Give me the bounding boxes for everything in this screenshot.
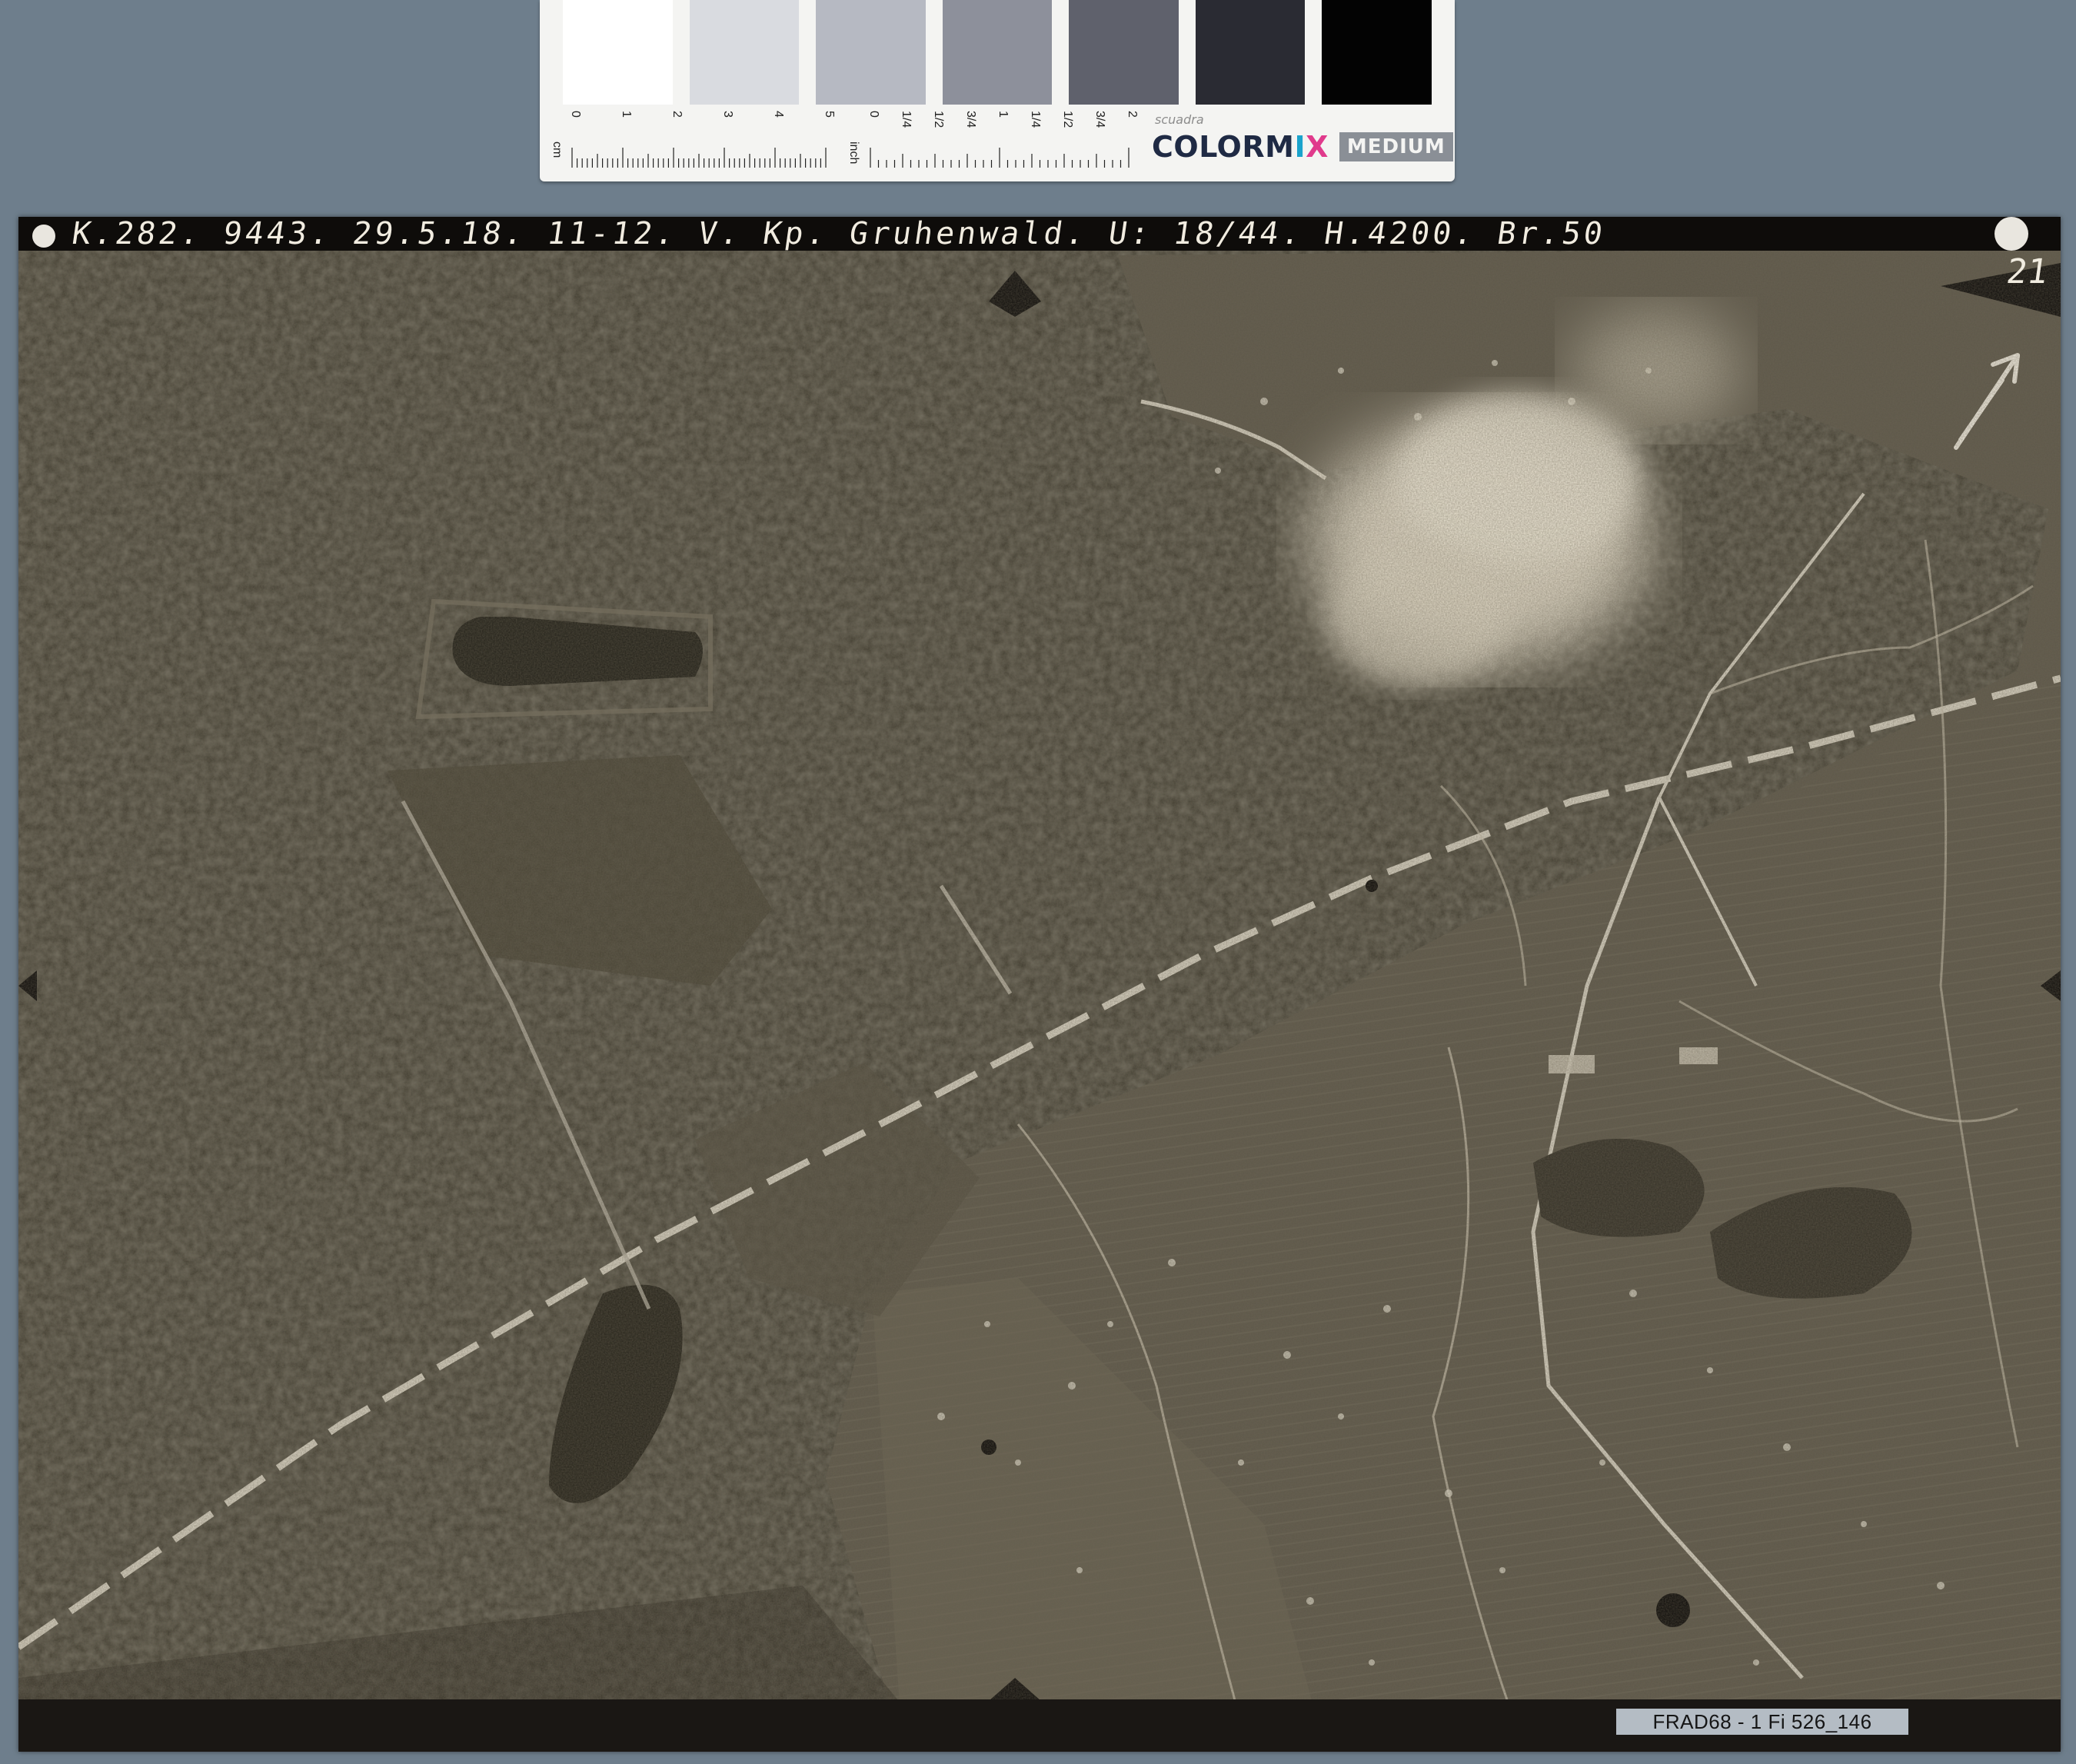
color-swatch-6 bbox=[1195, 0, 1306, 105]
inch-tick-label: 1/2 bbox=[932, 111, 945, 128]
punch-hole-right bbox=[1994, 217, 2028, 251]
brand-color-word: COLOR bbox=[1152, 130, 1266, 164]
brand-maker-label: scuadra bbox=[1155, 112, 1204, 127]
cm-tick-label: 0 bbox=[569, 111, 582, 118]
inch-tick-label: 1/2 bbox=[1061, 111, 1074, 128]
inch-tick-label: 0 bbox=[867, 111, 880, 118]
inch-tick-label: 1/4 bbox=[1029, 111, 1042, 128]
caption-band: K.282. 9443. 29.5.18. 11-12. V. Kp. Gruh… bbox=[18, 217, 2061, 251]
color-swatch-3 bbox=[816, 0, 926, 105]
inch-tick-label: 1 bbox=[996, 111, 1010, 118]
measuring-ruler: cm inch 0 1 2 3 4 5 0 1/4 1/2 3/4 1 1/4 1/2 3/4 2 bbox=[551, 111, 1139, 168]
inch-tick-label: 3/4 bbox=[1093, 111, 1106, 128]
cm-tick-label: 5 bbox=[823, 111, 836, 118]
colormix-logo: COLOR M I X MEDIUM bbox=[1152, 128, 1453, 166]
archive-reference-label: FRAD68 - 1 Fi 526_146 bbox=[1616, 1709, 1908, 1735]
cm-unit-label: cm bbox=[551, 141, 564, 158]
color-swatch-strip bbox=[563, 0, 1432, 105]
aerial-photograph: K.282. 9443. 29.5.18. 11-12. V. Kp. Gruh… bbox=[18, 217, 2061, 1752]
color-swatch-7 bbox=[1322, 0, 1432, 105]
brand-i-letter: I bbox=[1294, 130, 1306, 164]
color-swatch-5 bbox=[1069, 0, 1179, 105]
cm-tick-label: 4 bbox=[772, 111, 785, 118]
handwritten-caption: K.282. 9443. 29.5.18. 11-12. V. Kp. Gruh… bbox=[69, 217, 1609, 251]
inch-tick-label: 1/4 bbox=[900, 111, 913, 128]
punch-hole-left bbox=[32, 225, 55, 248]
color-swatch-4 bbox=[942, 0, 1053, 105]
cm-tick-label: 2 bbox=[670, 111, 684, 118]
inch-unit-label: inch bbox=[847, 141, 860, 164]
color-swatch-1 bbox=[563, 0, 673, 105]
inch-tick-label: 2 bbox=[1126, 111, 1139, 118]
cm-tick-label: 1 bbox=[620, 111, 633, 118]
brand-m-letter: M bbox=[1265, 130, 1295, 164]
inch-tick-label: 3/4 bbox=[964, 111, 977, 128]
cm-tick-label: 3 bbox=[721, 111, 734, 118]
color-target-card: cm inch 0 1 2 3 4 5 0 1/4 1/2 3/4 1 1/4 1/2 3/4 2 scuadr… bbox=[540, 0, 1455, 181]
color-swatch-2 bbox=[689, 0, 800, 105]
brand-x-letter: X bbox=[1306, 130, 1329, 164]
aerial-landscape bbox=[18, 217, 2061, 1752]
caption-corner-number: 21 bbox=[2004, 252, 2051, 291]
brand-medium-tag: MEDIUM bbox=[1339, 132, 1453, 161]
